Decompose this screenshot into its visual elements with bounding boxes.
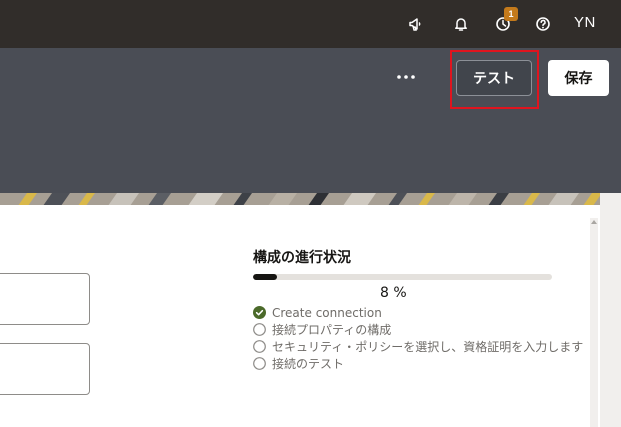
scrollbar[interactable] (590, 218, 598, 427)
step-label: Create connection (272, 305, 382, 320)
check-circle-icon (253, 306, 266, 319)
text-field-2[interactable] (0, 343, 90, 395)
scroll-up-icon[interactable] (590, 218, 598, 226)
progress-percent: 8 % (380, 285, 407, 301)
page-background (600, 193, 621, 427)
text-field-1[interactable] (0, 273, 90, 325)
step-label: 接続プロパティの構成 (272, 323, 392, 337)
ellipsis-icon (397, 75, 415, 79)
notification-badge: 1 (504, 7, 518, 21)
user-avatar[interactable]: YN (574, 11, 596, 35)
top-bar: 1 YN (0, 0, 621, 48)
progress-bar-fill (253, 274, 277, 280)
step-label: 接続のテスト (272, 357, 345, 371)
step-item: 接続プロパティの構成 (253, 321, 583, 338)
empty-circle-icon (253, 357, 266, 370)
empty-circle-icon (253, 340, 266, 353)
step-item: Create connection (253, 304, 583, 321)
progress-steps: Create connection 接続プロパティの構成 セキュリティ・ポリシー… (253, 304, 583, 372)
step-item: 接続のテスト (253, 355, 583, 372)
help-icon[interactable] (531, 12, 555, 36)
bell-icon[interactable] (449, 12, 473, 36)
progress-bar (253, 274, 552, 280)
step-label: セキュリティ・ポリシーを選択し、資格証明を入力します (272, 340, 584, 354)
test-button[interactable]: テスト (456, 60, 532, 96)
megaphone-icon[interactable] (404, 12, 428, 36)
save-button[interactable]: 保存 (548, 60, 609, 96)
clock-icon[interactable]: 1 (491, 7, 518, 36)
more-actions-button[interactable] (394, 66, 418, 88)
empty-circle-icon (253, 323, 266, 336)
progress-title: 構成の進行状況 (253, 250, 351, 266)
step-item: セキュリティ・ポリシーを選択し、資格証明を入力します (253, 338, 583, 355)
